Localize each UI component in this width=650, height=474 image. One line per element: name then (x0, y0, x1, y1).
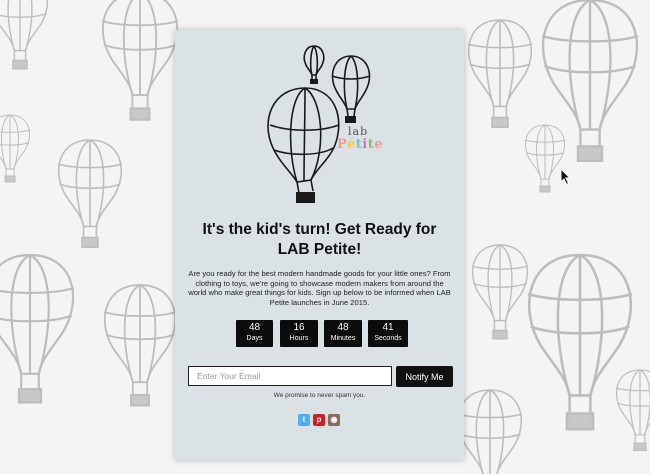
countdown-hours: 16 Hours (280, 320, 318, 347)
countdown-days: 48 Days (236, 320, 273, 347)
logo-letter: P (337, 137, 347, 152)
countdown-seconds: 41 Seconds (368, 320, 408, 347)
logo-letter: e (374, 137, 383, 152)
countdown-days-value: 48 (248, 322, 261, 333)
logo-wordmark-petite: Pétite (337, 137, 383, 152)
email-input[interactable] (188, 366, 392, 386)
countdown-seconds-value: 41 (382, 322, 394, 333)
mouse-cursor-icon (560, 168, 572, 186)
page-headline: It's the kid's turn! Get Ready for LAB P… (202, 221, 437, 258)
instagram-icon[interactable]: ◉ (328, 414, 340, 426)
logo-letter: é (346, 137, 356, 152)
pinterest-icon[interactable]: p (313, 414, 325, 426)
countdown-hours-value: 16 (293, 322, 305, 333)
countdown-minutes: 48 Minutes (324, 320, 362, 347)
no-spam-note: We promise to never spam you. (273, 392, 366, 399)
twitter-icon[interactable]: t (298, 414, 310, 426)
countdown-minutes-label: Minutes (330, 335, 356, 342)
countdown-seconds-label: Seconds (374, 335, 402, 342)
countdown-timer: 48 Days 16 Hours 48 Minutes 41 Seconds (236, 320, 408, 347)
countdown-days-label: Days (246, 335, 263, 342)
countdown-hours-label: Hours (289, 335, 309, 342)
launch-description: Are you ready for the best modern handma… (188, 269, 451, 307)
notify-me-button[interactable]: Notify Me (396, 366, 453, 387)
lab-petite-logo (267, 45, 371, 203)
signup-card: lab Pétite It's the kid's turn! Get Read… (175, 30, 464, 460)
countdown-minutes-value: 48 (337, 322, 349, 333)
